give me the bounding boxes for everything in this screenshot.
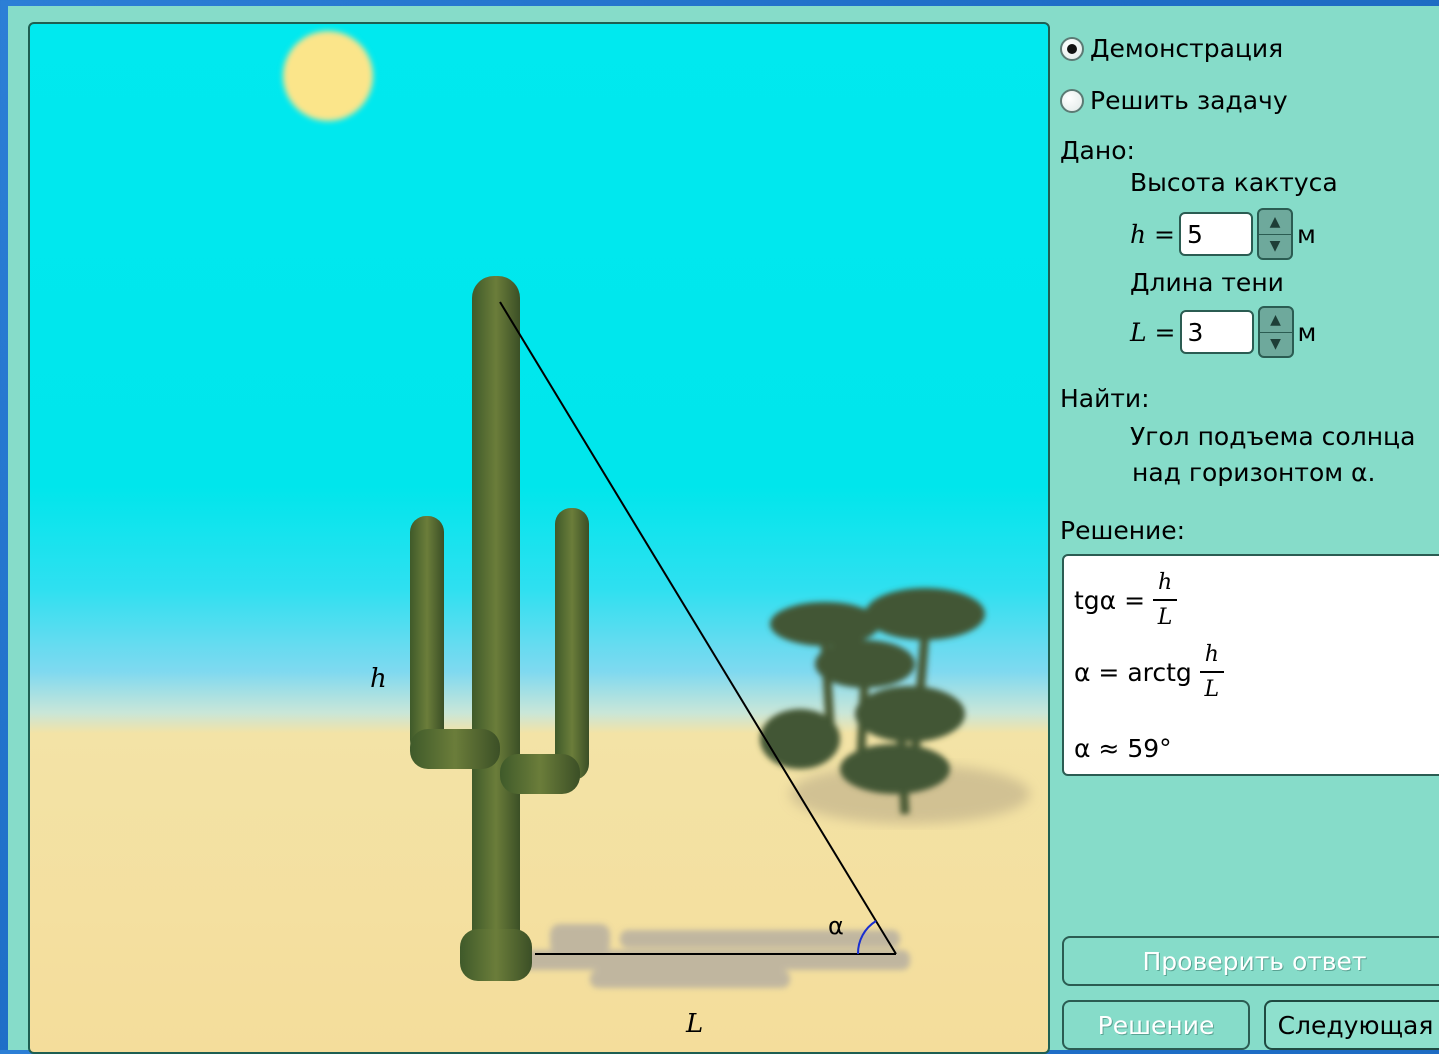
mode-demo-label: Демонстрация	[1090, 34, 1284, 63]
solution-result: α ≈ 59°	[1074, 734, 1172, 763]
cactus-shadow	[520, 924, 910, 988]
shadow-input[interactable]	[1179, 310, 1254, 354]
eq2-fraction: h L	[1199, 642, 1224, 702]
find-title: Найти:	[1060, 384, 1150, 413]
solution-eq2: α = arctg h L	[1074, 642, 1224, 702]
app-window: h L α Демонстрация Решить задачу Дано: В…	[8, 6, 1439, 1054]
find-line-2: над горизонтом α.	[1132, 458, 1376, 487]
shadow-unit: м	[1297, 317, 1317, 347]
cactus	[410, 276, 589, 981]
height-input[interactable]	[1179, 212, 1253, 256]
radio-solve[interactable]	[1060, 88, 1084, 113]
eq1-lhs: tgα =	[1074, 585, 1146, 615]
spin-up-icon[interactable]: ▲	[1259, 308, 1292, 333]
spin-down-icon[interactable]: ▼	[1259, 235, 1291, 259]
mode-demo-option[interactable]: Демонстрация	[1060, 34, 1283, 63]
solution-box: tgα = h L α = arctg h L α ≈ 59°	[1062, 554, 1439, 776]
h-label: h	[370, 664, 387, 694]
next-button[interactable]: Следующая	[1264, 1000, 1439, 1050]
solution-button[interactable]: Решение	[1062, 1000, 1250, 1050]
solution-title: Решение:	[1060, 516, 1186, 545]
alpha-label: α	[828, 912, 844, 940]
radio-demo[interactable]	[1060, 36, 1084, 61]
shadow-spinner[interactable]: ▲ ▼	[1257, 306, 1294, 358]
height-spinner[interactable]: ▲ ▼	[1257, 208, 1293, 260]
fraction-numerator: h	[1204, 642, 1219, 667]
solution-eq1: tgα = h L	[1074, 570, 1178, 630]
mode-solve-label: Решить задачу	[1090, 86, 1288, 115]
height-label: Высота кактуса	[1130, 168, 1338, 197]
shadow-field-row: L = ▲ ▼ м	[1130, 306, 1316, 358]
sun-icon	[283, 31, 373, 121]
spin-down-icon[interactable]: ▼	[1260, 333, 1292, 357]
eq1-fraction: h L	[1153, 570, 1178, 630]
spin-up-icon[interactable]: ▲	[1259, 210, 1291, 235]
find-line-1: Угол подъема солнца	[1130, 422, 1416, 451]
fraction-numerator: h	[1157, 570, 1173, 595]
height-var: h =	[1130, 219, 1175, 249]
shadow-var: L =	[1130, 317, 1176, 347]
fraction-denominator: L	[1204, 677, 1220, 702]
desert-scene: h L α	[28, 22, 1050, 1054]
height-unit: м	[1297, 219, 1316, 249]
check-answer-button[interactable]: Проверить ответ	[1062, 936, 1439, 986]
height-field-row: h = ▲ ▼ м	[1130, 208, 1316, 260]
eq2-lhs: α = arctg	[1074, 657, 1192, 687]
mode-solve-option[interactable]: Решить задачу	[1060, 86, 1288, 115]
given-title: Дано:	[1060, 136, 1135, 165]
scene-drawing: h L α	[283, 31, 1030, 1039]
l-label: L	[685, 1009, 703, 1039]
control-panel: Демонстрация Решить задачу Дано: Высота …	[1050, 6, 1439, 1050]
shadow-label: Длина тени	[1130, 268, 1284, 297]
fraction-denominator: L	[1157, 605, 1173, 630]
